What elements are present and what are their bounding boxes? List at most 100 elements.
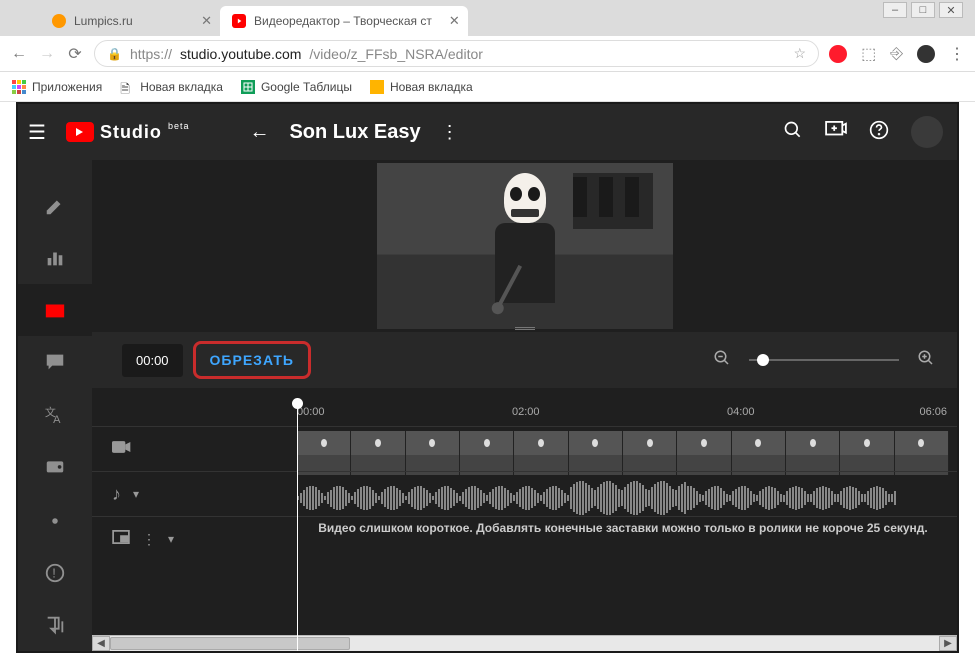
- audio-waveform[interactable]: [297, 476, 949, 520]
- sidebar-item-pencil[interactable]: [18, 180, 92, 232]
- bookmark-item[interactable]: Google Таблицы: [241, 80, 352, 94]
- endscreen-track: ⋮ ▾ Видео слишком короткое. Добавлять ко…: [92, 516, 957, 561]
- search-icon[interactable]: [783, 120, 803, 145]
- lock-icon: 🔒: [107, 47, 122, 61]
- endscreen-warning: Видео слишком короткое. Добавлять конечн…: [297, 521, 949, 535]
- reload-button[interactable]: ⟳: [66, 44, 84, 64]
- hamburger-icon[interactable]: ☰: [28, 120, 46, 145]
- scroll-left-icon[interactable]: ◀: [92, 636, 110, 651]
- tab-youtube-studio[interactable]: Видеоредактор – Творческая ст ✕: [220, 6, 468, 36]
- resize-handle-icon[interactable]: [515, 327, 535, 330]
- video-frame[interactable]: [377, 163, 673, 329]
- forward-button[interactable]: →: [38, 45, 56, 63]
- browser-urlbar: ← → ⟳ 🔒 https:// studio.youtube.com /vid…: [0, 36, 975, 72]
- music-icon: ♪: [112, 484, 121, 505]
- sidebar-item-monetize[interactable]: [18, 440, 92, 492]
- help-icon[interactable]: [869, 120, 889, 145]
- ruler-tick: 02:00: [512, 406, 540, 418]
- sidebar-item-settings[interactable]: [18, 495, 92, 547]
- url-scheme: https://: [130, 46, 172, 62]
- ruler-tick: 00:00: [297, 406, 325, 418]
- playhead[interactable]: [297, 398, 298, 651]
- back-button[interactable]: ←: [249, 121, 269, 144]
- close-icon[interactable]: ✕: [201, 13, 212, 29]
- scroll-right-icon[interactable]: ▶: [939, 636, 957, 651]
- timeline: 00:00 02:00 04:00 06:06 ♪ ▾: [92, 388, 957, 651]
- favicon-lumpics: [52, 14, 66, 28]
- zoom-in-icon[interactable]: [917, 349, 935, 372]
- address-bar[interactable]: 🔒 https:// studio.youtube.com /video/z_F…: [94, 40, 819, 67]
- video-preview: [92, 160, 957, 332]
- endscreen-icon: [112, 530, 130, 549]
- studio-logo[interactable]: Studio beta: [66, 122, 190, 143]
- ext-icon[interactable]: ⎆: [890, 45, 903, 63]
- sidebar-item-alerts[interactable]: !: [18, 547, 92, 599]
- menu-icon[interactable]: ⋮: [949, 44, 965, 64]
- bookmark-item[interactable]: Новая вкладка: [370, 80, 473, 94]
- more-icon[interactable]: ⋮: [142, 531, 156, 548]
- chevron-down-icon[interactable]: ▾: [168, 532, 174, 546]
- time-input[interactable]: 00:00: [122, 344, 183, 377]
- chevron-down-icon[interactable]: ▾: [133, 487, 139, 501]
- page-title: Son Lux Easy: [289, 121, 420, 144]
- close-icon[interactable]: ✕: [449, 13, 460, 29]
- more-icon[interactable]: ⋮: [441, 122, 459, 143]
- url-path: /video/z_FFsb_NSRA/editor: [309, 46, 483, 62]
- ruler-tick: 04:00: [727, 406, 755, 418]
- ext-icon: [370, 80, 384, 94]
- apps-icon: [12, 80, 26, 94]
- tab-lumpics[interactable]: Lumpics.ru ✕: [40, 6, 220, 36]
- browser-tabbar: Lumpics.ru ✕ Видеоредактор – Творческая …: [0, 0, 975, 36]
- svg-text:!: !: [52, 566, 56, 581]
- tab-label: Lumpics.ru: [74, 14, 133, 28]
- zoom-slider[interactable]: [749, 359, 899, 361]
- brand-label: Studio: [100, 122, 162, 143]
- brand-suffix: beta: [168, 121, 190, 131]
- time-ruler[interactable]: 00:00 02:00 04:00 06:06: [92, 388, 957, 426]
- bookmark-item[interactable]: 🗎 Новая вкладка: [120, 80, 223, 94]
- back-button[interactable]: ←: [10, 45, 28, 63]
- apps-button[interactable]: Приложения: [12, 80, 102, 94]
- user-avatar[interactable]: [911, 116, 943, 148]
- bookmark-label: Новая вкладка: [390, 80, 473, 94]
- editor-main: 00:00 ОБРЕЗАТЬ 00:00 02:00 04:00 06:06: [92, 160, 957, 651]
- svg-text:A: A: [53, 414, 61, 425]
- video-clip[interactable]: [297, 431, 949, 475]
- window-maximize[interactable]: □: [911, 2, 935, 18]
- sidebar-item-comments[interactable]: [18, 336, 92, 388]
- opera-ext-icon[interactable]: [829, 45, 847, 63]
- scrollbar-thumb[interactable]: [110, 637, 350, 650]
- trim-button[interactable]: ОБРЕЗАТЬ: [193, 341, 311, 379]
- ruler-tick: 06:06: [919, 406, 947, 418]
- bookmarks-bar: Приложения 🗎 Новая вкладка Google Таблиц…: [0, 72, 975, 102]
- sheets-icon: [241, 80, 255, 94]
- page-icon: 🗎: [120, 80, 134, 94]
- sidebar-item-feedback[interactable]: [18, 599, 92, 651]
- tab-label: Видеоредактор – Творческая ст: [254, 14, 432, 28]
- sidebar-item-translate[interactable]: 文A: [18, 388, 92, 440]
- apps-label: Приложения: [32, 80, 102, 94]
- horizontal-scrollbar[interactable]: ◀ ▶: [92, 635, 957, 651]
- youtube-icon: [66, 122, 94, 142]
- sidebar-item-editor[interactable]: [18, 284, 92, 336]
- bookmark-label: Google Таблицы: [261, 80, 352, 94]
- zoom-out-icon[interactable]: [713, 349, 731, 372]
- profile-avatar[interactable]: [917, 45, 935, 63]
- favicon-youtube: [232, 14, 246, 28]
- app-header: ☰ Studio beta ← Son Lux Easy ⋮: [18, 104, 957, 160]
- camera-icon: [112, 439, 132, 460]
- editor-controls: 00:00 ОБРЕЗАТЬ: [92, 332, 957, 388]
- bookmark-label: Новая вкладка: [140, 80, 223, 94]
- ext-icon[interactable]: ⬚: [861, 44, 876, 64]
- zoom-thumb[interactable]: [757, 354, 769, 366]
- create-icon[interactable]: [825, 121, 847, 144]
- youtube-studio-app: ☰ Studio beta ← Son Lux Easy ⋮: [16, 102, 959, 653]
- sidebar-item-analytics[interactable]: [18, 232, 92, 284]
- video-track: [92, 426, 957, 471]
- editor-sidebar: 文A !: [18, 160, 92, 651]
- window-close[interactable]: ✕: [939, 2, 963, 18]
- url-host: studio.youtube.com: [180, 46, 301, 62]
- window-minimize[interactable]: –: [883, 2, 907, 18]
- star-icon[interactable]: ☆: [794, 45, 807, 62]
- endscreen-message: Видео слишком короткое. Добавлять конечн…: [297, 521, 949, 557]
